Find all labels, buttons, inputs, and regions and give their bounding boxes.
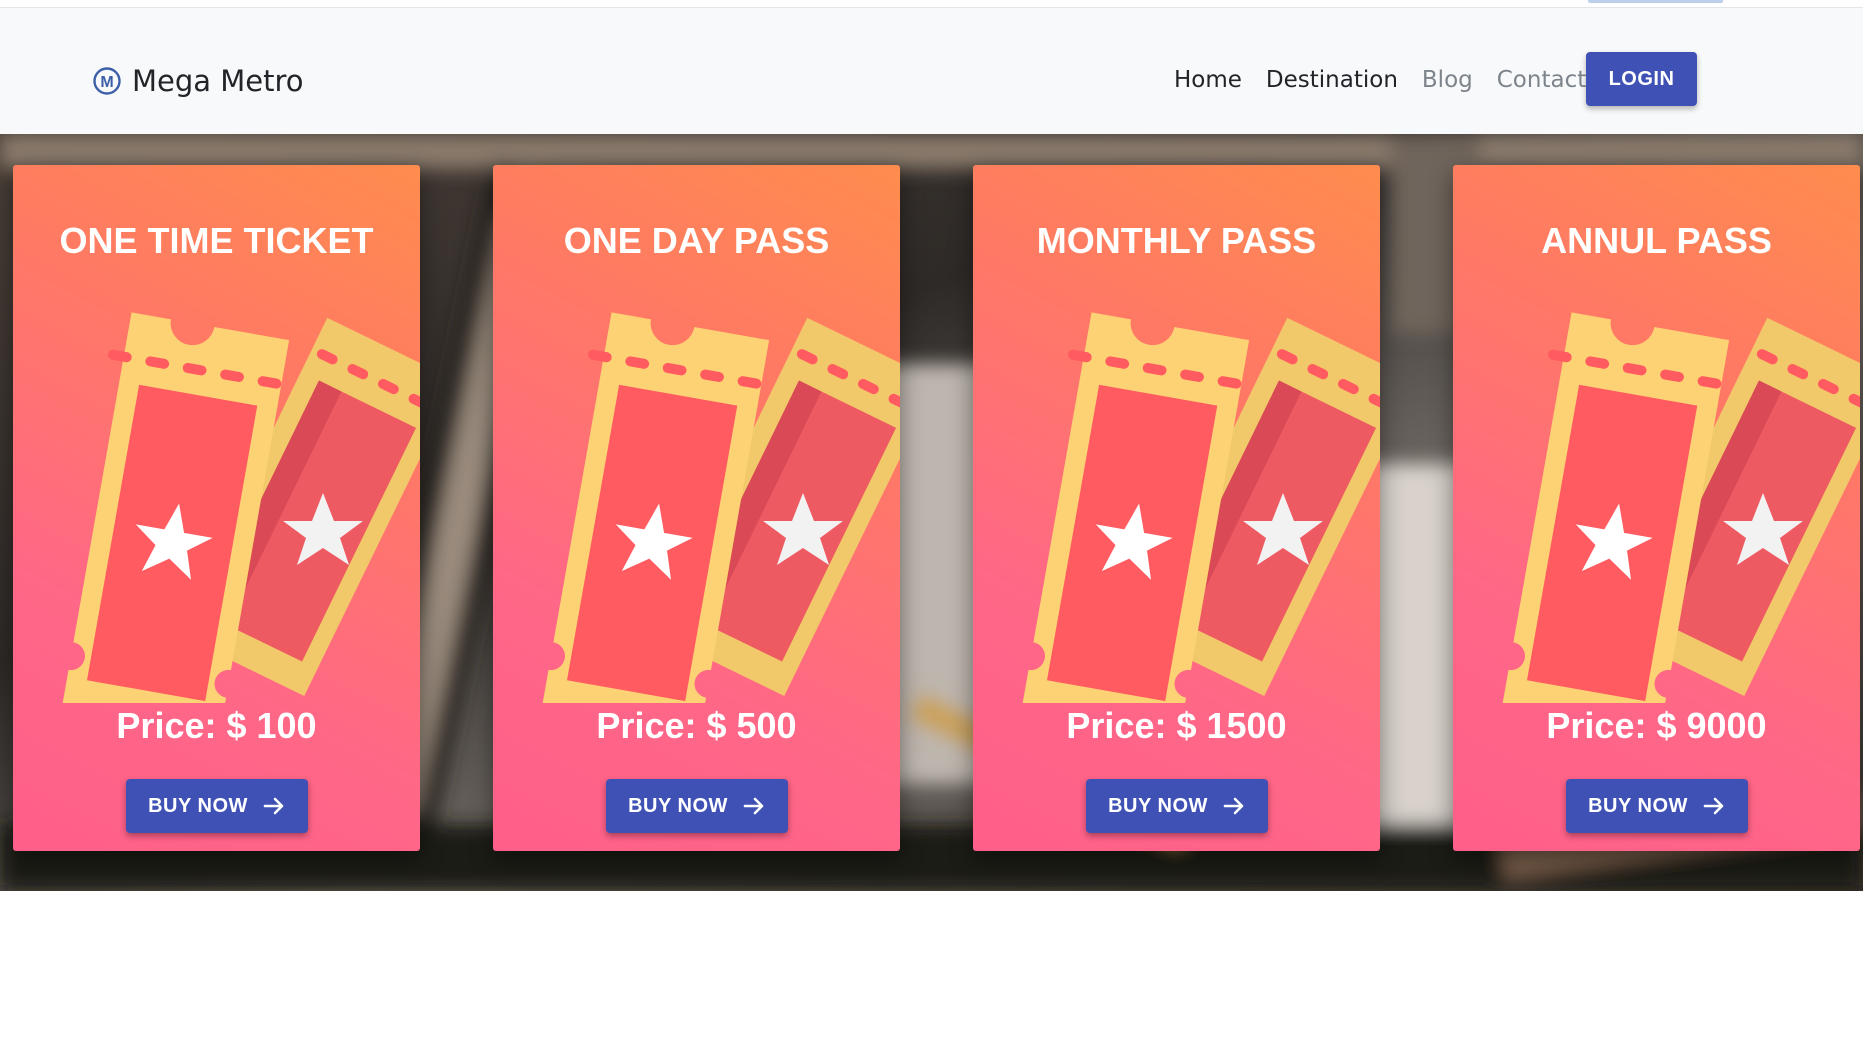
card-title: MONTHLY PASS	[1036, 220, 1317, 261]
ticket-star-icon	[1482, 309, 1860, 703]
ticket-star-icon	[42, 309, 420, 703]
buy-now-label: BUY NOW	[148, 794, 248, 817]
buy-now-label: BUY NOW	[1108, 794, 1208, 817]
price-value: $ 100	[226, 705, 317, 746]
ticket-card-monthly: MONTHLY PASS Price: $ 1500 BUY NOW	[973, 165, 1380, 851]
browser-top-strip	[0, 0, 1863, 8]
ticket-card-annual: ANNUL PASS Price: $ 9000 BUY NOW	[1453, 165, 1860, 851]
svg-text:M: M	[100, 74, 113, 91]
arrow-right-icon	[743, 797, 764, 815]
ticket-card-one-time: ONE TIME TICKET Price: $ 100 BUY NOW	[13, 165, 420, 851]
ticket-star-icon	[1002, 309, 1380, 703]
card-title: ONE DAY PASS	[563, 220, 830, 261]
price-label: Price:	[1546, 705, 1647, 746]
card-price: Price: $ 500	[493, 705, 900, 747]
ticket-card-one-day: ONE DAY PASS Price: $ 500 BUY NOW	[493, 165, 900, 851]
price-label: Price:	[1066, 705, 1167, 746]
card-title: ANNUL PASS	[1541, 220, 1772, 261]
buy-now-label: BUY NOW	[1588, 794, 1688, 817]
price-label: Price:	[596, 705, 697, 746]
arrow-right-icon	[263, 797, 284, 815]
arrow-right-icon	[1703, 797, 1724, 815]
price-value: $ 9000	[1656, 705, 1767, 746]
buy-now-button[interactable]: BUY NOW	[1086, 779, 1268, 833]
price-label: Price:	[116, 705, 217, 746]
card-price: Price: $ 9000	[1453, 705, 1860, 747]
m-circle-logo-icon: M	[93, 67, 121, 95]
card-price: Price: $ 1500	[973, 705, 1380, 747]
nav-link-contact[interactable]: Contact	[1485, 60, 1598, 100]
buy-now-button[interactable]: BUY NOW	[606, 779, 788, 833]
arrow-right-icon	[1223, 797, 1244, 815]
brand[interactable]: M Mega Metro	[92, 56, 304, 106]
nav-link-destination[interactable]: Destination	[1254, 60, 1410, 100]
buy-now-label: BUY NOW	[628, 794, 728, 817]
price-value: $ 1500	[1176, 705, 1287, 746]
nav-link-blog[interactable]: Blog	[1410, 60, 1485, 100]
buy-now-button[interactable]: BUY NOW	[126, 779, 308, 833]
hero-section: ONE TIME TICKET Price: $ 100 BUY NOW ONE …	[0, 134, 1863, 891]
login-button[interactable]: LOGIN	[1586, 52, 1697, 106]
ticket-star-icon	[522, 309, 900, 703]
nav-link-home[interactable]: Home	[1162, 60, 1254, 100]
card-price: Price: $ 100	[13, 705, 420, 747]
browser-tab-indicator	[1588, 0, 1723, 3]
brand-name: Mega Metro	[132, 64, 304, 98]
buy-now-button[interactable]: BUY NOW	[1566, 779, 1748, 833]
navbar: M Mega Metro Home Destination Blog Conta…	[0, 8, 1863, 134]
card-title: ONE TIME TICKET	[59, 220, 374, 261]
nav-links: Home Destination Blog Contact	[1162, 60, 1598, 100]
price-value: $ 500	[706, 705, 797, 746]
